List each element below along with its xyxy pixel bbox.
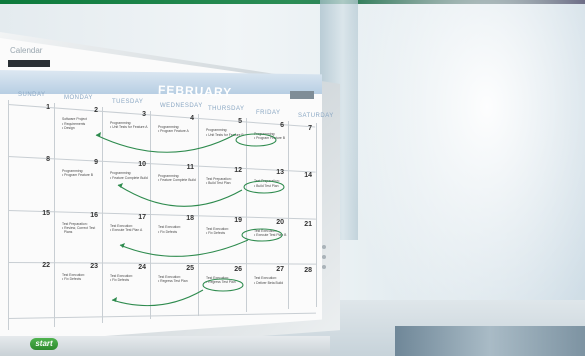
arrow-week4 <box>111 289 204 307</box>
arrowhead-week1 <box>96 132 101 137</box>
monitor-button-1[interactable] <box>322 245 326 249</box>
circle-week3 <box>241 228 283 242</box>
circle-week2 <box>243 180 285 194</box>
circle-week4 <box>202 278 244 292</box>
arrow-annotations <box>95 132 285 307</box>
arrow-week1 <box>95 133 237 153</box>
arrow-week3 <box>119 239 249 257</box>
monitor-button-3[interactable] <box>322 265 326 269</box>
circle-week1 <box>235 133 277 147</box>
start-button[interactable]: start <box>30 338 58 350</box>
monitor-button-2[interactable] <box>322 255 326 259</box>
arrow-week2 <box>117 184 243 207</box>
